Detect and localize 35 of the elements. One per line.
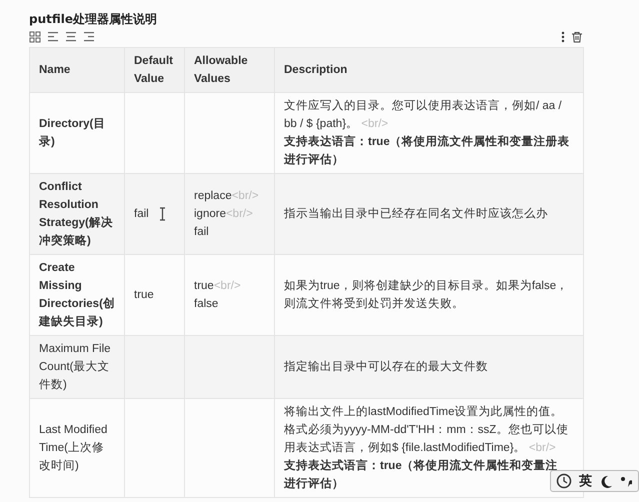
- description-text: 指定输出目录中可以存在的最大文件数: [284, 360, 489, 375]
- column-header: Name: [30, 48, 124, 92]
- table-cell: Conflict Resolution Strategy(解决冲突策略): [30, 174, 124, 254]
- grid-icon: [29, 31, 41, 43]
- default-value: true: [134, 288, 154, 303]
- allowable-value: false: [194, 298, 218, 310]
- allowable-value: true<br/>: [194, 280, 241, 292]
- table-cell: Last Modified Time(上次修改时间): [30, 398, 124, 498]
- align-left-icon: [47, 31, 59, 43]
- punctuation-icon: [620, 474, 632, 488]
- table-cell: Create Missing Directories(创建缺失目录): [30, 254, 124, 336]
- allowable-value: fail: [194, 226, 209, 238]
- column-header: Allowable Values: [184, 48, 274, 92]
- bold-note: 支持表达式语言：true（将使用流文件属性和变量注: [284, 457, 558, 475]
- align-center-icon: [65, 31, 77, 43]
- ime-logo-icon: [556, 473, 572, 489]
- column-header: Description: [274, 48, 584, 92]
- bold-note: 支持表达语言：true（将使用流文件属性和变量注册表进行评估）: [284, 133, 574, 169]
- moon-icon: [599, 474, 613, 488]
- table-cell: Maximum File Count(最大文件数): [30, 336, 124, 398]
- description-text: 将输出文件上的lastModifiedTime设置为此属性的值。格式必须为yyyy-MM-dd'T'HH：mm：ssZ。您也可以使用表达式语言，例如$ {file.lastModifiedTime}。 <br/>: [284, 404, 570, 456]
- allowable-value: replace<br/>: [194, 190, 259, 202]
- more-icon[interactable]: [561, 31, 565, 43]
- default-value: fail: [134, 207, 149, 222]
- trash-icon[interactable]: [571, 31, 583, 43]
- input-mode-toggle[interactable]: 英: [579, 472, 592, 490]
- align-right-icon: [83, 31, 95, 43]
- description-text: 指示当输出目录中已经存在同名文件时应该怎么办: [284, 206, 549, 222]
- allowable-value: ignore<br/>: [194, 208, 253, 220]
- description-text: 如果为true，则将创建缺少的目标目录。如果为false，则流文件将受到处罚并发送失败。: [284, 278, 570, 312]
- table-cell: Directory(目录): [30, 92, 124, 174]
- description-text: 文件应写入的目录。您可以使用表达语言，例如/ aa / bb / $ {path}。 <br/>: [284, 98, 563, 132]
- bold-note: 进行评估）: [284, 475, 344, 493]
- section-heading: putfile处理器属性说明: [29, 11, 158, 27]
- column-header: Default Value: [124, 48, 184, 92]
